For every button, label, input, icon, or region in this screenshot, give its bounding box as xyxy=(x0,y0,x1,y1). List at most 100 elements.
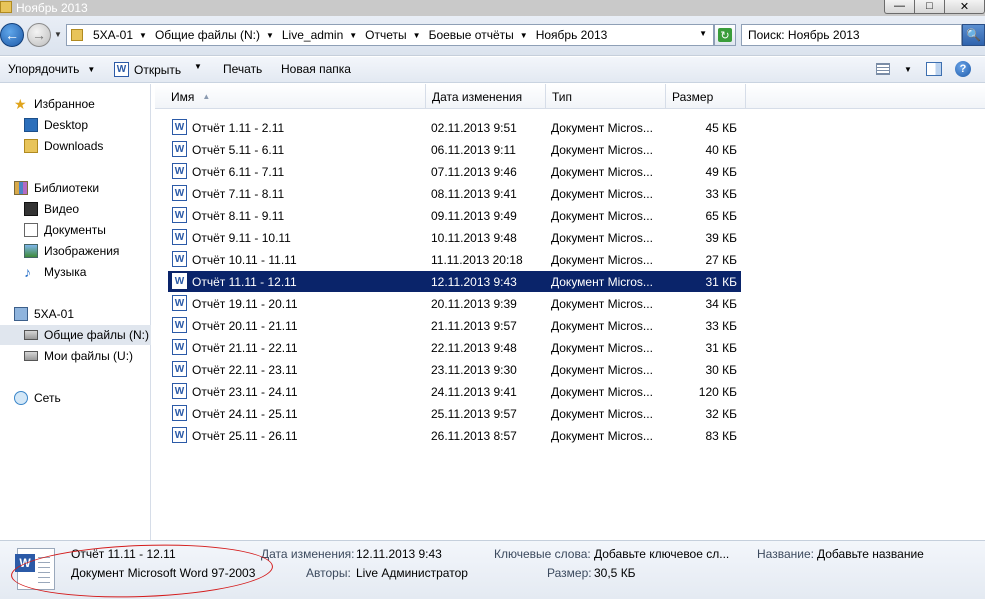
chevron-down-icon[interactable]: ▼ xyxy=(139,31,147,40)
nav-video[interactable]: Видео xyxy=(24,199,79,219)
breadcrumb-shared[interactable]: Общие файлы (N:) ▼ xyxy=(155,28,274,42)
documents-icon xyxy=(24,223,38,237)
file-row[interactable]: W Отчёт 21.11 - 22.11 22.11.2013 9:48 Докум… xyxy=(168,337,741,358)
maximize-button[interactable]: □ xyxy=(914,0,945,14)
column-type[interactable]: Тип xyxy=(546,84,666,109)
file-row[interactable]: W Отчёт 20.11 - 21.11 21.11.2013 9:57 Докум… xyxy=(168,315,741,336)
recent-pages-dropdown[interactable]: ▼ xyxy=(54,30,62,39)
nav-computer[interactable]: 5XA-01 xyxy=(14,304,74,324)
column-name[interactable]: Имя ▲ xyxy=(165,84,426,109)
file-size: 39 КБ xyxy=(705,231,737,245)
file-row[interactable]: W Отчёт 5.11 - 6.11 06.11.2013 9:11 Докумен… xyxy=(168,139,741,160)
breadcrumb-combat-reports[interactable]: Боевые отчёты ▼ xyxy=(429,28,528,42)
details-authors-value[interactable]: Live Администратор xyxy=(356,566,468,580)
file-row[interactable]: W Отчёт 1.11 - 2.11 02.11.2013 9:51 Докумен… xyxy=(168,117,741,138)
file-row[interactable]: W Отчёт 8.11 - 9.11 09.11.2013 9:49 Докумен… xyxy=(168,205,741,226)
word-document-icon: W xyxy=(172,295,187,311)
chevron-down-icon[interactable]: ▼ xyxy=(349,31,357,40)
file-date: 09.11.2013 9:49 xyxy=(431,209,517,223)
refresh-button[interactable]: ↻ xyxy=(714,24,736,46)
breadcrumb-reports[interactable]: Отчеты ▼ xyxy=(365,28,420,42)
details-keywords-value[interactable]: Добавьте ключевое сл... xyxy=(594,547,729,561)
chevron-down-icon[interactable]: ▼ xyxy=(266,31,274,40)
details-title-value[interactable]: Добавьте название xyxy=(817,547,924,561)
back-arrow-icon: ← xyxy=(5,27,19,43)
nav-documents[interactable]: Документы xyxy=(24,220,106,240)
word-document-icon: W xyxy=(172,405,187,421)
search-input[interactable]: Поиск: Ноябрь 2013 xyxy=(741,24,962,46)
close-button[interactable]: ✕ xyxy=(944,0,985,14)
file-size: 31 КБ xyxy=(705,341,737,355)
file-size: 33 КБ xyxy=(705,187,737,201)
file-size: 27 КБ xyxy=(705,253,737,267)
details-modified-label: Дата изменения: xyxy=(261,547,355,561)
back-button[interactable]: ← xyxy=(0,23,24,47)
navigation-pane: ★ Избранное Desktop Downloads Библиотеки … xyxy=(0,84,151,540)
forward-button[interactable]: → xyxy=(27,23,51,47)
search-button[interactable]: 🔍 xyxy=(962,24,985,46)
chevron-down-icon[interactable]: ▼ xyxy=(413,31,421,40)
file-row[interactable]: W Отчёт 25.11 - 26.11 26.11.2013 8:57 Докум… xyxy=(168,425,741,446)
file-date: 12.11.2013 9:43 xyxy=(431,275,517,289)
file-date: 10.11.2013 9:48 xyxy=(431,231,517,245)
word-document-icon: W xyxy=(172,251,187,267)
file-row[interactable]: W Отчёт 22.11 - 23.11 23.11.2013 9:30 Докум… xyxy=(168,359,741,380)
address-bar[interactable]: 5XA-01 ▼ Общие файлы (N:) ▼ Live_admin ▼ От… xyxy=(66,24,714,46)
nav-my-files[interactable]: Мои файлы (U:) xyxy=(24,346,133,366)
open-dropdown-button[interactable]: ▼ xyxy=(194,62,202,71)
file-name: Отчёт 6.11 - 7.11 xyxy=(192,165,285,179)
file-type: Документ Micros... xyxy=(551,187,653,201)
file-name: Отчёт 10.11 - 11.11 xyxy=(192,253,297,267)
file-row[interactable]: W Отчёт 6.11 - 7.11 07.11.2013 9:46 Докумен… xyxy=(168,161,741,182)
file-type: Документ Micros... xyxy=(551,253,653,267)
file-row[interactable]: W Отчёт 24.11 - 25.11 25.11.2013 9:57 Докум… xyxy=(168,403,741,424)
address-dropdown[interactable]: ▼ xyxy=(699,29,707,38)
refresh-icon: ↻ xyxy=(718,28,732,42)
chevron-down-icon[interactable]: ▼ xyxy=(520,31,528,40)
new-folder-button[interactable]: Новая папка xyxy=(281,62,351,76)
video-icon xyxy=(24,202,38,216)
file-row[interactable]: W Отчёт 23.11 - 24.11 24.11.2013 9:41 Докум… xyxy=(168,381,741,402)
help-icon[interactable]: ? xyxy=(955,61,971,77)
file-size: 65 КБ xyxy=(705,209,737,223)
minimize-button[interactable]: — xyxy=(884,0,915,14)
file-row[interactable]: W Отчёт 7.11 - 8.11 08.11.2013 9:41 Докумен… xyxy=(168,183,741,204)
desktop-icon xyxy=(24,118,38,132)
nav-shared-drive[interactable]: Общие файлы (N:) xyxy=(0,325,151,345)
nav-network[interactable]: Сеть xyxy=(14,388,61,408)
nav-libraries[interactable]: Библиотеки xyxy=(14,178,99,198)
file-name: Отчёт 1.11 - 2.11 xyxy=(192,121,285,135)
details-modified-value: 12.11.2013 9:43 xyxy=(356,547,442,561)
nav-desktop[interactable]: Desktop xyxy=(24,115,88,135)
print-button[interactable]: Печать xyxy=(223,62,262,76)
file-row[interactable]: W Отчёт 19.11 - 20.11 20.11.2013 9:39 Докум… xyxy=(168,293,741,314)
word-document-icon: W xyxy=(172,185,187,201)
view-options-dropdown[interactable]: ▼ xyxy=(904,65,912,74)
file-row[interactable]: W Отчёт 10.11 - 11.11 11.11.2013 20:18 Доку… xyxy=(168,249,741,270)
network-drive-icon xyxy=(24,330,38,340)
file-row[interactable]: W Отчёт 11.11 - 12.11 12.11.2013 9:43 Докум… xyxy=(168,271,741,292)
nav-favorites[interactable]: ★ Избранное xyxy=(14,94,95,114)
breadcrumb-november[interactable]: Ноябрь 2013 xyxy=(536,28,608,42)
breadcrumb-computer[interactable]: 5XA-01 ▼ xyxy=(93,28,147,42)
file-type: Документ Micros... xyxy=(551,165,653,179)
file-date: 22.11.2013 9:48 xyxy=(431,341,517,355)
nav-downloads[interactable]: Downloads xyxy=(24,136,103,156)
preview-pane-icon[interactable] xyxy=(926,62,942,76)
file-type: Документ Micros... xyxy=(551,341,653,355)
organize-button[interactable]: Упорядочить ▼ xyxy=(8,62,95,76)
nav-music[interactable]: ♪ Музыка xyxy=(24,262,86,282)
file-name: Отчёт 19.11 - 20.11 xyxy=(192,297,298,311)
details-size-label: Размер: xyxy=(547,566,592,580)
file-row[interactable]: W Отчёт 9.11 - 10.11 10.11.2013 9:48 Докуме… xyxy=(168,227,741,248)
column-date[interactable]: Дата изменения xyxy=(426,84,546,109)
view-options-icon[interactable] xyxy=(876,63,890,75)
breadcrumb-live-admin[interactable]: Live_admin ▼ xyxy=(282,28,357,42)
open-button[interactable]: W Открыть xyxy=(114,62,181,77)
column-size[interactable]: Размер xyxy=(666,84,746,109)
file-type: Документ Micros... xyxy=(551,121,653,135)
file-size: 33 КБ xyxy=(705,319,737,333)
nav-images[interactable]: Изображения xyxy=(24,241,119,261)
file-type: Документ Micros... xyxy=(551,143,653,157)
libraries-icon xyxy=(14,181,28,195)
